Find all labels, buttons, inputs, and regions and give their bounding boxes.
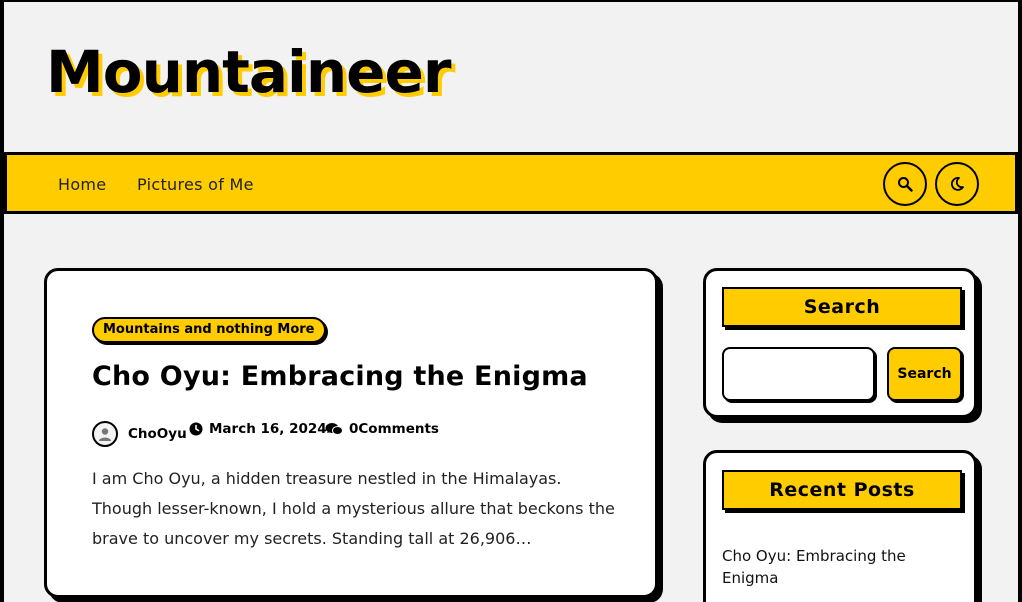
recent-posts-title: Recent Posts — [722, 470, 962, 510]
moon-icon — [950, 177, 964, 191]
search-icon — [898, 177, 913, 192]
search-widget: Search Search — [703, 268, 977, 418]
recent-post-link[interactable]: Cho Oyu: Embracing the Enigma — [722, 545, 962, 589]
theme-toggle-button[interactable] — [935, 162, 979, 206]
post-author[interactable]: ChoOyu — [92, 421, 187, 447]
search-button[interactable]: Search — [887, 347, 962, 401]
post-comments[interactable]: 0Comments — [325, 421, 439, 437]
comments-icon — [325, 423, 343, 435]
user-icon — [99, 428, 111, 441]
main-navbar: Home Pictures of Me — [4, 152, 1018, 214]
post-excerpt: I am Cho Oyu, a hidden treasure nestled … — [92, 469, 615, 548]
search-widget-title: Search — [722, 287, 962, 327]
nav-home[interactable]: Home — [58, 175, 106, 194]
avatar — [92, 421, 118, 447]
comments-count[interactable]: 0Comments — [349, 421, 439, 437]
nav-pictures-of-me[interactable]: Pictures of Me — [137, 175, 254, 194]
post-card: Mountains and nothing More Cho Oyu: Embr… — [44, 268, 658, 598]
post-date[interactable]: March 16, 2024 — [189, 421, 327, 437]
site-title[interactable]: Mountaineer — [46, 36, 451, 108]
clock-icon — [189, 422, 203, 436]
date-text[interactable]: March 16, 2024 — [209, 421, 327, 437]
page-frame: Mountaineer Home Pictures of Me Mountain… — [4, 2, 1018, 602]
post-title[interactable]: Cho Oyu: Embracing the Enigma — [92, 361, 588, 392]
search-input[interactable] — [722, 347, 875, 401]
search-toggle-button[interactable] — [883, 162, 927, 206]
author-name[interactable]: ChoOyu — [128, 426, 187, 442]
category-badge[interactable]: Mountains and nothing More — [92, 317, 326, 343]
recent-posts-widget: Recent Posts Cho Oyu: Embracing the Enig… — [703, 450, 977, 602]
